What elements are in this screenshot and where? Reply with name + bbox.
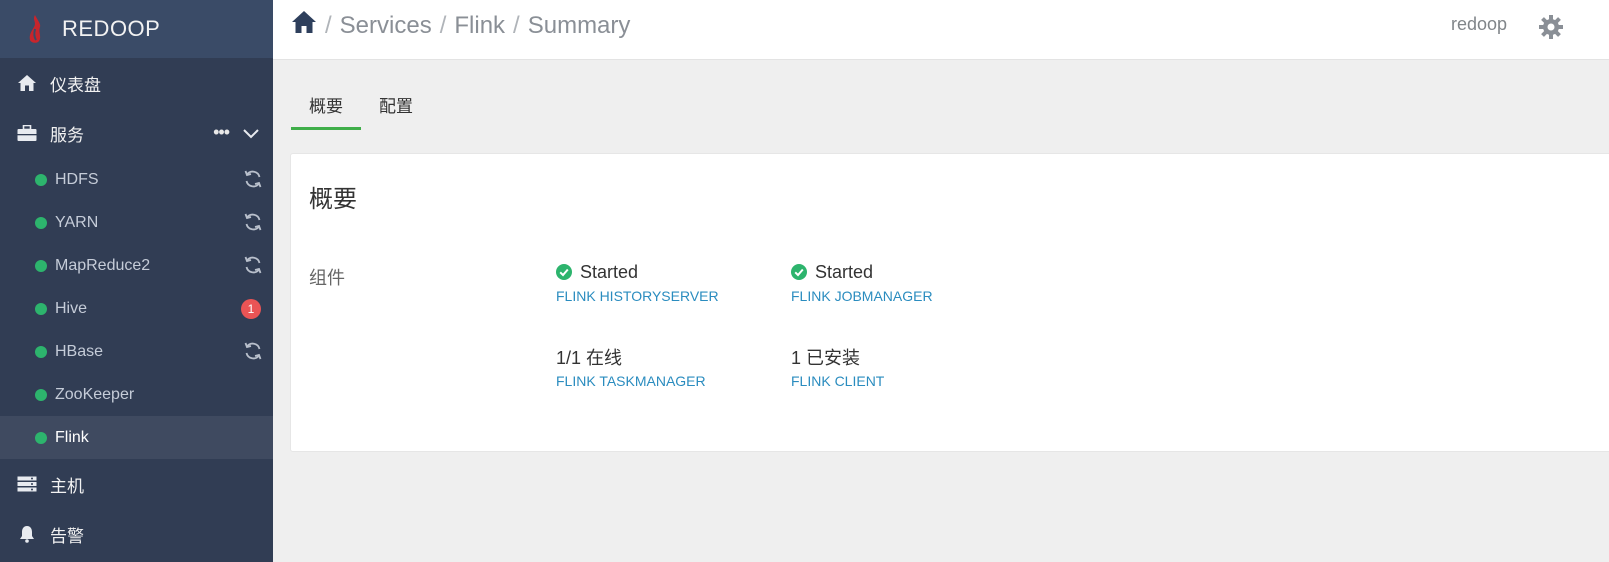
top-bar: / Services / Flink / Summary redoop	[273, 0, 1609, 60]
status-dot-icon	[35, 431, 47, 444]
breadcrumb-services[interactable]: Services	[340, 12, 432, 40]
nav-dashboard[interactable]: 仪表盘	[0, 58, 273, 108]
sidebar-item-flink[interactable]: Flink	[0, 416, 273, 459]
panel-title: 概要	[309, 186, 357, 213]
component-flink-client: 1 已安装 FLINK CLIENT	[791, 345, 884, 389]
home-icon[interactable]	[291, 10, 317, 41]
sidebar-item-label: Flink	[55, 428, 89, 446]
refresh-icon[interactable]	[243, 341, 263, 366]
sidebar-item-label: MapReduce2	[55, 256, 151, 274]
component-status-text: Started	[580, 261, 639, 282]
check-circle-icon	[791, 264, 807, 280]
sidebar-item-zookeeper[interactable]: ZooKeeper	[0, 373, 273, 416]
home-icon	[16, 72, 38, 94]
briefcase-icon	[16, 122, 38, 144]
summary-panel: 概要 组件 Started FLINK HISTORYSERVER Starte…	[290, 153, 1609, 452]
component-flink-taskmanager: 1/1 在线 FLINK TASKMANAGER	[556, 345, 706, 389]
components-label: 组件	[309, 268, 345, 288]
tab-summary[interactable]: 概要	[291, 86, 361, 130]
sidebar-item-label: HDFS	[55, 170, 99, 188]
user-menu[interactable]: redoop	[1451, 14, 1507, 35]
breadcrumb-page: Summary	[527, 11, 631, 39]
component-status: Started	[556, 260, 719, 284]
redoop-logo-icon	[29, 15, 41, 43]
breadcrumb-service[interactable]: Flink	[454, 12, 505, 40]
services-more-button[interactable]: •••	[213, 122, 230, 143]
refresh-icon[interactable]	[243, 212, 263, 237]
service-list: HDFS YARN MapReduce2 Hive 1 HBase ZooKeeper Fli…	[0, 158, 273, 459]
chevron-down-icon[interactable]	[243, 124, 259, 144]
component-status-text: Started	[815, 261, 874, 282]
nav-services-label: 服务	[50, 125, 84, 145]
gear-icon[interactable]	[1537, 13, 1569, 50]
sidebar-item-label: Hive	[55, 299, 88, 317]
sidebar-item-label: ZooKeeper	[55, 385, 135, 403]
sidebar-item-mapreduce2[interactable]: MapReduce2	[0, 244, 273, 287]
check-circle-icon	[556, 264, 572, 280]
brand-name: REDOOP	[62, 16, 161, 41]
status-dot-icon	[35, 216, 47, 229]
nav-hosts-label: 主机	[50, 476, 84, 496]
brand-bar[interactable]: REDOOP	[0, 0, 273, 58]
refresh-icon[interactable]	[243, 255, 263, 280]
component-status-text: 1/1 在线	[556, 348, 623, 368]
refresh-icon[interactable]	[243, 169, 263, 194]
component-status: 1 已安装	[791, 345, 884, 369]
component-flink-historyserver: Started FLINK HISTORYSERVER	[556, 260, 719, 304]
component-link[interactable]: FLINK TASKMANAGER	[556, 373, 706, 389]
sidebar-item-hive[interactable]: Hive 1	[0, 287, 273, 330]
component-flink-jobmanager: Started FLINK JOBMANAGER	[791, 260, 933, 304]
component-status-text: 1 已安装	[791, 348, 861, 368]
bell-icon	[16, 523, 38, 545]
nav-dashboard-label: 仪表盘	[50, 75, 101, 95]
component-link[interactable]: FLINK CLIENT	[791, 373, 884, 389]
nav-alerts[interactable]: 告警	[0, 509, 273, 559]
status-dot-icon	[35, 259, 47, 272]
alert-count-badge[interactable]: 1	[241, 299, 261, 319]
tab-bar: 概要 配置	[291, 86, 431, 130]
sidebar-item-yarn[interactable]: YARN	[0, 201, 273, 244]
tab-config[interactable]: 配置	[361, 86, 431, 130]
breadcrumb-separator: /	[325, 11, 332, 39]
sidebar-item-label: YARN	[55, 213, 99, 231]
sidebar-item-hbase[interactable]: HBase	[0, 330, 273, 373]
status-dot-icon	[35, 345, 47, 358]
sidebar-item-hdfs[interactable]: HDFS	[0, 158, 273, 201]
breadcrumb: / Services / Flink / Summary	[291, 10, 630, 41]
status-dot-icon	[35, 388, 47, 401]
nav-services[interactable]: 服务 •••	[0, 108, 273, 158]
breadcrumb-separator: /	[439, 11, 447, 39]
component-link[interactable]: FLINK JOBMANAGER	[791, 288, 933, 304]
server-icon	[16, 473, 38, 495]
status-dot-icon	[35, 173, 47, 186]
nav-alerts-label: 告警	[50, 526, 84, 546]
sidebar-item-label: HBase	[55, 342, 104, 360]
nav-hosts[interactable]: 主机	[0, 459, 273, 509]
component-status: Started	[791, 260, 933, 284]
breadcrumb-separator: /	[513, 11, 520, 39]
component-link[interactable]: FLINK HISTORYSERVER	[556, 288, 719, 304]
sidebar: REDOOP 仪表盘 服务 ••• HDFS YARN MapReduce2 Hive…	[0, 0, 273, 562]
component-status: 1/1 在线	[556, 345, 706, 369]
status-dot-icon	[35, 302, 47, 315]
